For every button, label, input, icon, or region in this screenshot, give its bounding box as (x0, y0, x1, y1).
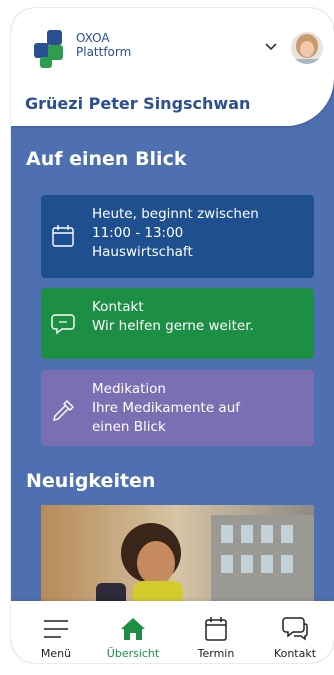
brand-line-2: Plattform (76, 45, 132, 59)
medication-text: Medikation Ihre Medikamente auf einen Bl… (92, 380, 240, 437)
medication-card[interactable]: Medikation Ihre Medikamente auf einen Bl… (41, 370, 314, 446)
menu-icon (44, 620, 68, 638)
appointment-line-3: Hauswirtschaft (92, 244, 193, 260)
contact-line-1: Kontakt (92, 299, 144, 315)
news-image[interactable] (41, 505, 314, 605)
tab-contact[interactable]: Kontakt (255, 601, 334, 663)
tab-menu-label: Menü (40, 647, 72, 660)
app-screen: OXOA Plattform Grüezi Peter Singschwan A… (11, 8, 334, 663)
tab-menu[interactable]: Menü (16, 601, 96, 663)
avatar-photo (291, 32, 323, 64)
oxoa-logo (34, 30, 63, 68)
appointment-line-1: Heute, beginnt zwischen (92, 206, 259, 222)
pipette-icon (53, 400, 74, 421)
tab-overview[interactable]: Übersicht (93, 601, 173, 663)
home-icon (121, 618, 145, 640)
bottom-tab-bar: Menü Übersicht Termin Kontakt (11, 601, 334, 663)
medication-line-1: Medikation (92, 381, 166, 397)
contact-text: Kontakt Wir helfen gerne weiter. (92, 298, 254, 336)
brand-line-1: OXOA (76, 31, 110, 45)
overview-title: Auf einen Blick (26, 148, 187, 170)
news-photo (41, 505, 314, 605)
avatar[interactable] (291, 32, 323, 64)
chat-icon (282, 617, 308, 641)
medication-line-3: einen Blick (92, 419, 166, 435)
appointment-line-2: 11:00 - 13:00 (92, 225, 184, 241)
brand-name: OXOA Plattform (76, 31, 131, 59)
tab-appointment[interactable]: Termin (176, 601, 256, 663)
greeting: Grüezi Peter Singschwan (25, 94, 251, 113)
tab-contact-label: Kontakt (273, 647, 317, 660)
medication-line-2: Ihre Medikamente auf (92, 400, 240, 416)
appointment-text: Heute, beginnt zwischen 11:00 - 13:00 Ha… (92, 205, 259, 262)
calendar-icon (52, 225, 74, 247)
news-title: Neuigkeiten (26, 470, 156, 492)
contact-line-2: Wir helfen gerne weiter. (92, 318, 254, 334)
calendar-icon (205, 617, 227, 641)
chevron-down-icon[interactable] (264, 41, 278, 53)
app-header: OXOA Plattform Grüezi Peter Singschwan (11, 8, 334, 126)
tab-overview-label: Übersicht (106, 647, 160, 660)
chat-icon (51, 314, 75, 335)
contact-card[interactable]: Kontakt Wir helfen gerne weiter. (41, 288, 314, 359)
appointment-card[interactable]: Heute, beginnt zwischen 11:00 - 13:00 Ha… (41, 195, 314, 278)
tab-appointment-label: Termin (197, 647, 235, 660)
